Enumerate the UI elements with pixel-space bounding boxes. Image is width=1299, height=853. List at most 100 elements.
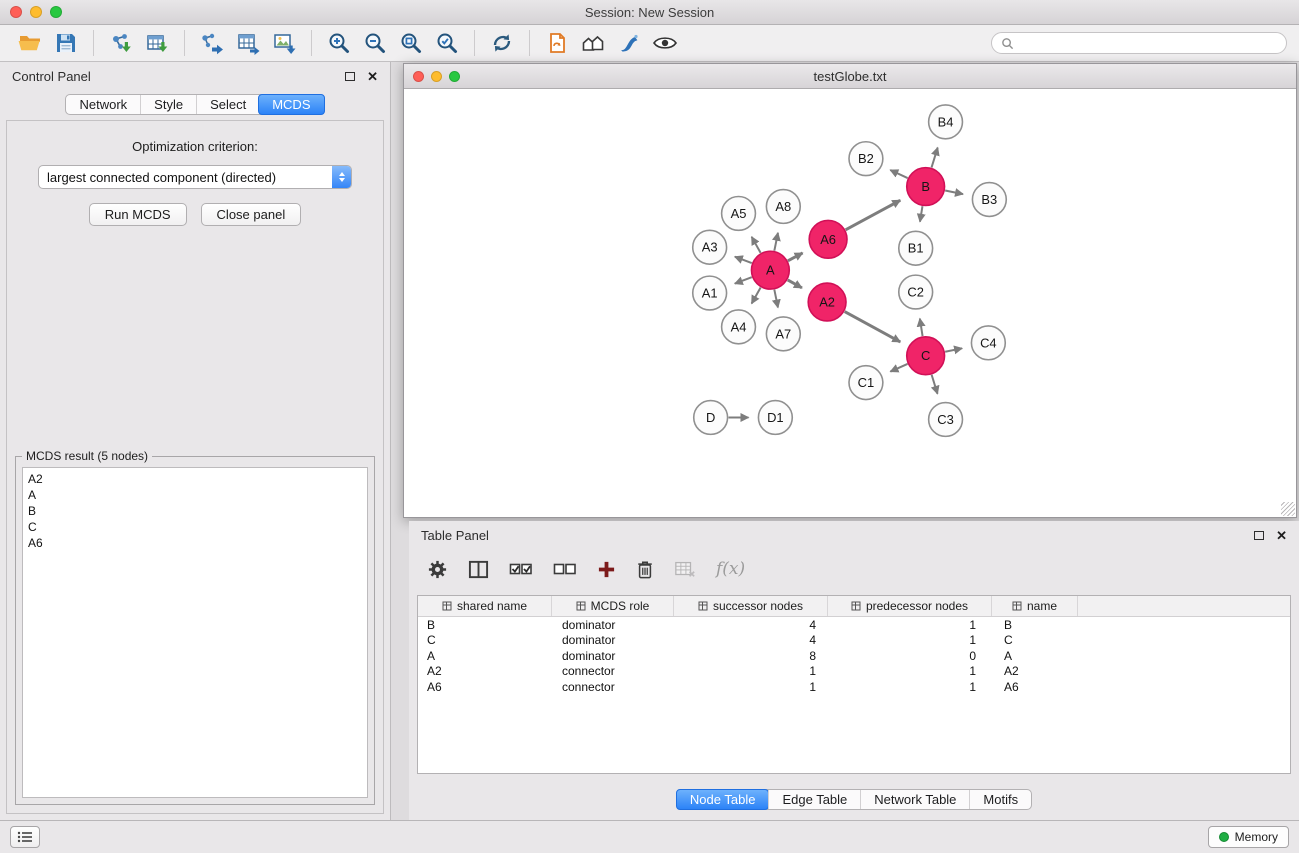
table-row[interactable]: A2connector11A2 xyxy=(418,664,1290,680)
mcds-result-item[interactable]: A2 xyxy=(28,471,362,487)
mcds-result-item[interactable]: A6 xyxy=(28,535,362,551)
graph-edge-A-A1[interactable] xyxy=(735,277,752,283)
tab-network[interactable]: Network xyxy=(66,95,140,114)
zoom-fit-button[interactable] xyxy=(393,28,429,58)
export-image-button[interactable] xyxy=(266,28,302,58)
zoom-window-button[interactable] xyxy=(50,6,62,18)
column-header-shared-name[interactable]: shared name xyxy=(418,596,552,616)
network-close-button[interactable] xyxy=(413,71,424,82)
close-panel-button[interactable]: Close panel xyxy=(201,203,302,226)
table-row[interactable]: A6connector11A6 xyxy=(418,679,1290,695)
select-all-columns-button[interactable] xyxy=(509,560,533,578)
unselect-all-columns-button[interactable] xyxy=(553,560,577,578)
close-panel-icon[interactable]: ✕ xyxy=(367,70,378,83)
run-mcds-button[interactable]: Run MCDS xyxy=(89,203,187,226)
table-row[interactable]: Adominator80A xyxy=(418,648,1290,664)
graph-node-A8[interactable]: A8 xyxy=(766,190,800,224)
zoom-in-button[interactable] xyxy=(321,28,357,58)
graph-node-D1[interactable]: D1 xyxy=(758,401,792,435)
graph-node-A6[interactable]: A6 xyxy=(809,220,847,258)
column-header-name[interactable]: name xyxy=(992,596,1078,616)
graph-edge-C-C1[interactable] xyxy=(890,364,907,372)
table-row[interactable]: Cdominator41C xyxy=(418,633,1290,649)
graph-edge-A-A4[interactable] xyxy=(752,287,761,303)
graph-edge-C-C2[interactable] xyxy=(920,319,923,336)
graph-node-A2[interactable]: A2 xyxy=(808,283,846,321)
graph-node-A3[interactable]: A3 xyxy=(693,230,727,264)
network-canvas-svg[interactable]: B4B2BB3B1A5A8A6A3AC2A1A2A4A7C4CC1C3DD1 xyxy=(404,90,1296,517)
dropdown-stepper-icon[interactable] xyxy=(332,165,351,189)
graph-edge-B-B2[interactable] xyxy=(890,170,907,178)
close-table-panel-icon[interactable]: ✕ xyxy=(1276,529,1287,542)
task-history-button[interactable] xyxy=(10,826,40,848)
graph-edge-B-B4[interactable] xyxy=(932,148,938,168)
tab-edge-table[interactable]: Edge Table xyxy=(768,790,860,809)
open-session-button[interactable] xyxy=(12,28,48,58)
export-network-button[interactable] xyxy=(194,28,230,58)
graph-node-A[interactable]: A xyxy=(751,251,789,289)
column-header-predecessor-nodes[interactable]: predecessor nodes xyxy=(828,596,992,616)
graph-node-A7[interactable]: A7 xyxy=(766,317,800,351)
show-columns-button[interactable] xyxy=(468,559,489,580)
table-row[interactable]: Bdominator41B xyxy=(418,617,1290,633)
search-input[interactable] xyxy=(1019,36,1277,50)
network-zoom-button[interactable] xyxy=(449,71,460,82)
graph-node-D[interactable]: D xyxy=(694,401,728,435)
zoom-out-button[interactable] xyxy=(357,28,393,58)
graph-edge-B-B3[interactable] xyxy=(945,191,963,195)
graph-edge-A2-C[interactable] xyxy=(845,312,901,342)
graph-edge-A-A6[interactable] xyxy=(788,253,803,261)
tab-network-table[interactable]: Network Table xyxy=(860,790,969,809)
graph-node-C2[interactable]: C2 xyxy=(899,275,933,309)
mcds-result-item[interactable]: B xyxy=(28,503,362,519)
delete-table-button[interactable] xyxy=(674,559,696,579)
graph-edge-A-A7[interactable] xyxy=(774,290,778,308)
graph-node-C4[interactable]: C4 xyxy=(971,326,1005,360)
create-column-button[interactable] xyxy=(597,560,616,579)
float-panel-icon[interactable] xyxy=(345,72,355,81)
graph-edge-B-B1[interactable] xyxy=(920,206,922,222)
column-header-successor-nodes[interactable]: successor nodes xyxy=(674,596,828,616)
import-table-button[interactable] xyxy=(139,28,175,58)
close-window-button[interactable] xyxy=(10,6,22,18)
graph-node-B3[interactable]: B3 xyxy=(972,183,1006,217)
global-search[interactable] xyxy=(991,32,1287,54)
cybrowser-home-button[interactable] xyxy=(575,28,611,58)
function-builder-button[interactable]: f(x) xyxy=(716,559,745,579)
tab-mcds[interactable]: MCDS xyxy=(258,94,324,115)
mcds-result-item[interactable]: C xyxy=(28,519,362,535)
show-hide-button[interactable] xyxy=(647,28,683,58)
float-table-panel-icon[interactable] xyxy=(1254,531,1264,540)
minimize-window-button[interactable] xyxy=(30,6,42,18)
tab-motifs[interactable]: Motifs xyxy=(969,790,1031,809)
tab-select[interactable]: Select xyxy=(196,95,259,114)
import-network-button[interactable] xyxy=(103,28,139,58)
memory-button[interactable]: Memory xyxy=(1208,826,1289,848)
window-resize-grip[interactable] xyxy=(1281,502,1295,516)
graph-node-B1[interactable]: B1 xyxy=(899,231,933,265)
save-session-button[interactable] xyxy=(48,28,84,58)
graph-node-C3[interactable]: C3 xyxy=(929,403,963,437)
tab-style[interactable]: Style xyxy=(140,95,196,114)
graph-edge-C-C3[interactable] xyxy=(932,375,938,394)
mcds-result-list[interactable]: A2ABCA6 xyxy=(22,467,368,798)
graph-edge-A-A8[interactable] xyxy=(774,233,778,251)
zoom-selected-button[interactable] xyxy=(429,28,465,58)
export-web-page-button[interactable] xyxy=(539,28,575,58)
tab-node-table[interactable]: Node Table xyxy=(676,789,770,810)
criterion-dropdown[interactable]: largest connected component (directed) xyxy=(38,165,352,189)
graph-node-C[interactable]: C xyxy=(907,337,945,375)
graph-edge-A-A2[interactable] xyxy=(788,280,802,288)
graph-edge-A-A3[interactable] xyxy=(735,257,752,263)
graph-node-C1[interactable]: C1 xyxy=(849,366,883,400)
graph-node-B2[interactable]: B2 xyxy=(849,142,883,176)
delete-column-button[interactable] xyxy=(636,559,654,580)
graph-node-A1[interactable]: A1 xyxy=(693,276,727,310)
graph-edge-C-C4[interactable] xyxy=(945,348,962,351)
table-settings-button[interactable] xyxy=(427,559,448,580)
network-canvas[interactable]: B4B2BB3B1A5A8A6A3AC2A1A2A4A7C4CC1C3DD1 xyxy=(404,90,1296,517)
graph-node-B4[interactable]: B4 xyxy=(929,105,963,139)
apply-layout-button[interactable] xyxy=(484,28,520,58)
mcds-result-item[interactable]: A xyxy=(28,487,362,503)
network-minimize-button[interactable] xyxy=(431,71,442,82)
